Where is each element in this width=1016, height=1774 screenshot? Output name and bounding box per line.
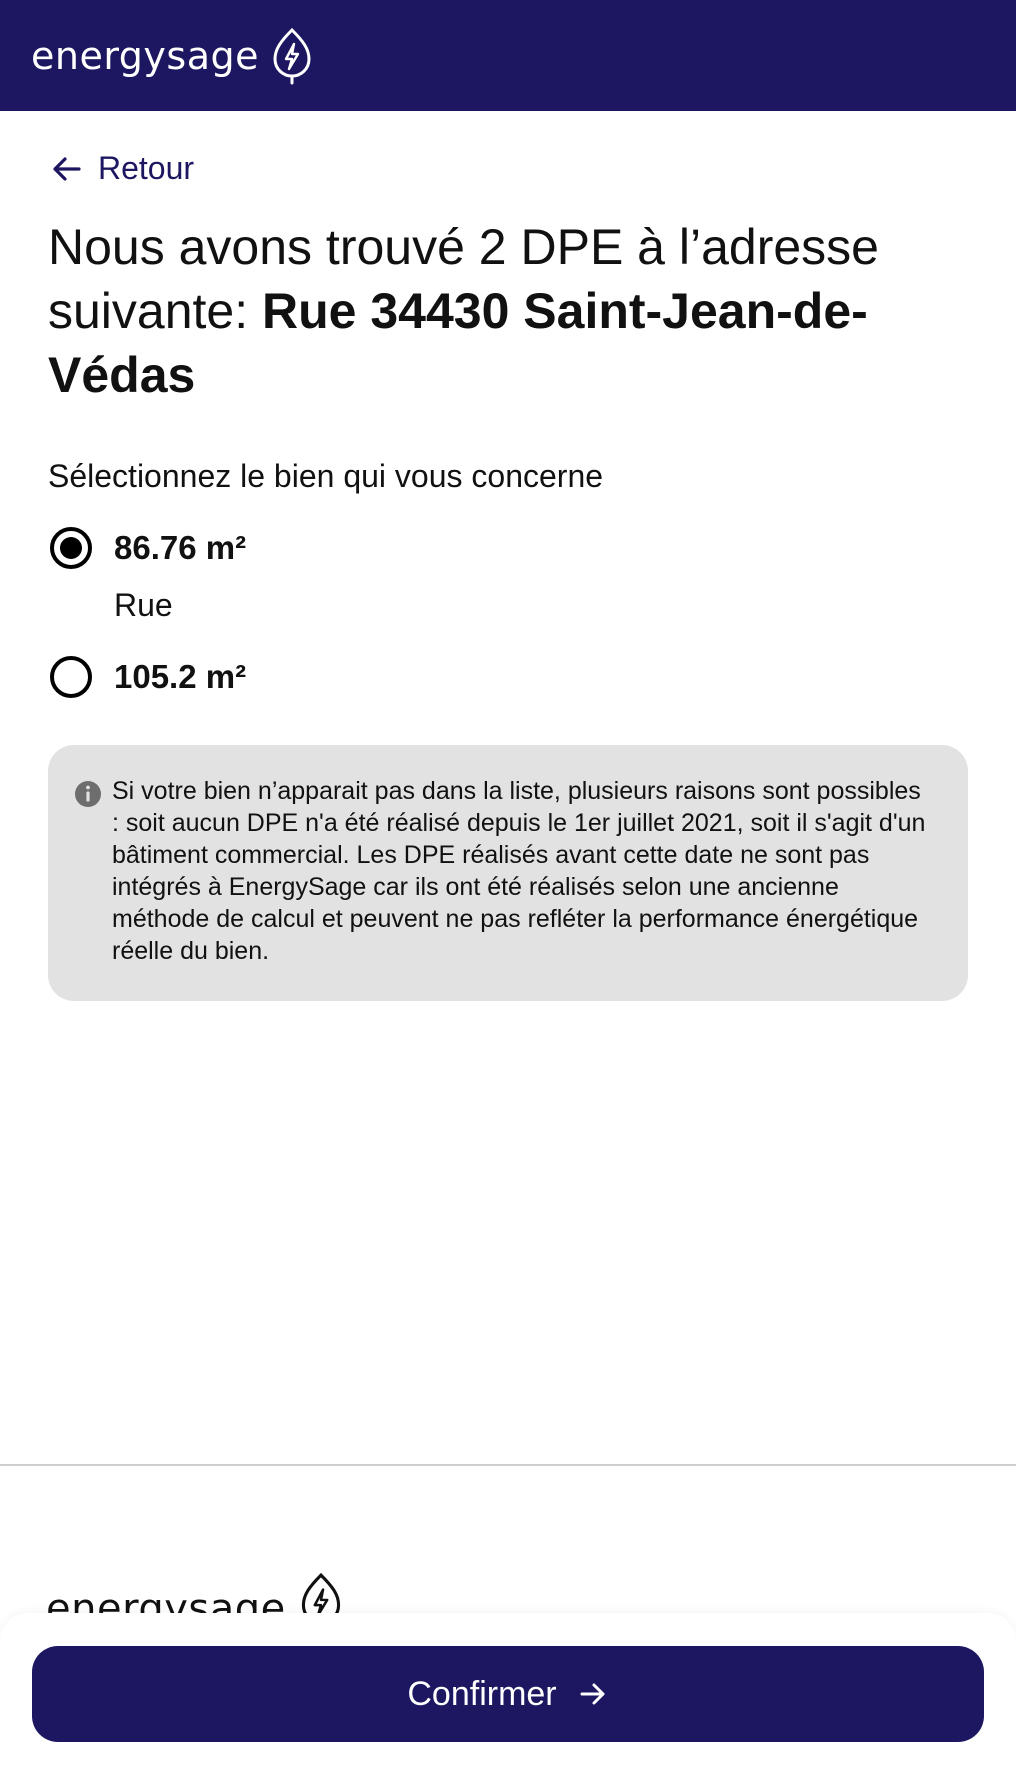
radio-dot: [60, 537, 82, 559]
arrow-left-icon: [53, 156, 81, 181]
page-title: Nous avons trouvé 2 DPE à l’adresse suiv…: [48, 215, 948, 407]
arrow-right-icon: [580, 1683, 605, 1705]
back-link[interactable]: Retour: [50, 150, 194, 187]
brand-name: energysage: [31, 33, 259, 78]
page: energysage Retour Nous avons trouvé 2 DP…: [0, 0, 1016, 1774]
radio-button-selected[interactable]: [50, 527, 92, 569]
radio-button[interactable]: [50, 656, 92, 698]
option-street: Rue: [114, 587, 173, 623]
option-text: 86.76 m² Rue: [114, 527, 246, 625]
footer-divider: [0, 1464, 1016, 1466]
info-text: Si votre bien n’apparait pas dans la lis…: [112, 777, 926, 965]
option-text: 105.2 m²: [114, 656, 246, 698]
option-area: 86.76 m²: [114, 529, 247, 566]
info-box: Si votre bien n’apparait pas dans la lis…: [48, 745, 968, 1001]
info-icon: [75, 781, 101, 807]
confirm-button[interactable]: Confirmer: [32, 1646, 984, 1742]
top-bar: energysage: [0, 0, 1016, 111]
property-option-1[interactable]: 86.76 m² Rue: [50, 527, 246, 625]
brand-logo[interactable]: energysage: [31, 27, 317, 85]
property-option-2[interactable]: 105.2 m²: [50, 656, 246, 698]
selection-prompt: Sélectionnez le bien qui vous concerne: [48, 458, 604, 494]
leaf-bolt-icon: [273, 27, 311, 84]
back-label: Retour: [98, 150, 195, 186]
option-area: 105.2 m²: [114, 658, 247, 695]
confirm-label: Confirmer: [407, 1674, 557, 1713]
